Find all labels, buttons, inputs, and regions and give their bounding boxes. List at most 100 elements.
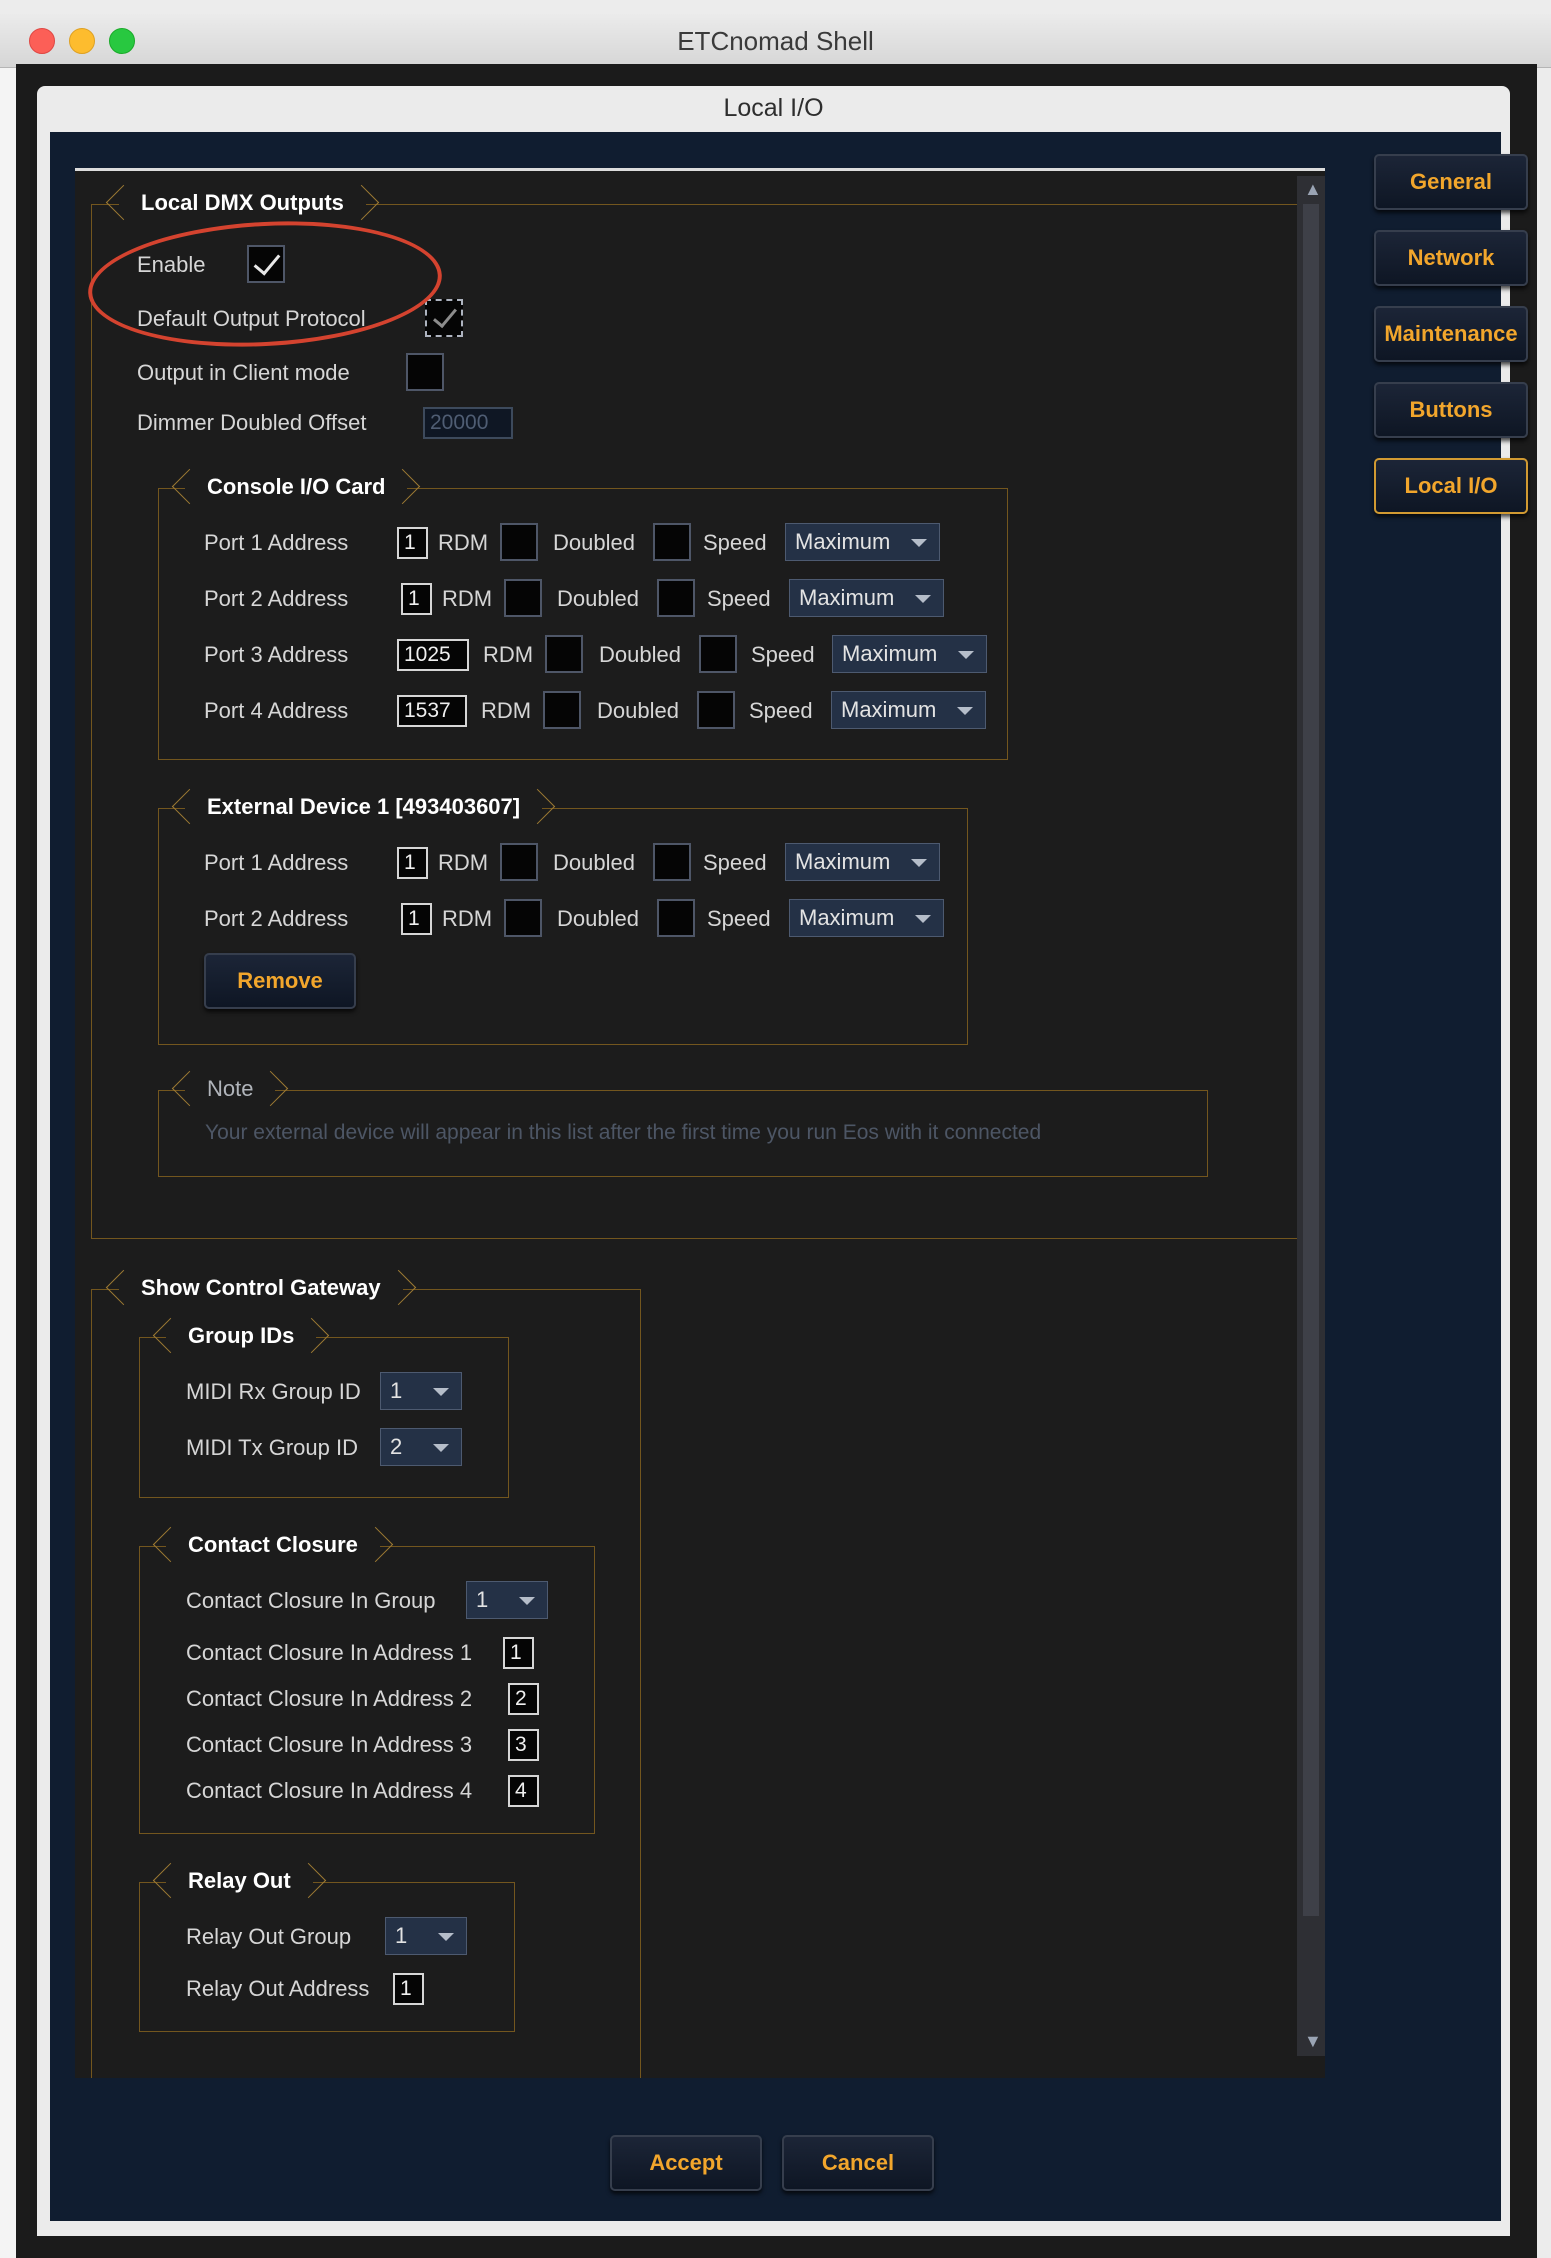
console-port-3-doubled-label: Doubled (599, 642, 681, 667)
midi-tx-group-id-value: 2 (390, 1434, 403, 1459)
console-port-1-rdm-label: RDM (438, 530, 489, 555)
sidebar-item-network[interactable]: Network (1374, 230, 1528, 286)
midi-tx-group-id-select[interactable]: 2 (380, 1428, 462, 1466)
chevron-down-icon (438, 1933, 454, 1941)
sidebar-item-buttons[interactable]: Buttons (1374, 382, 1528, 438)
console-port-2-label: Port 2 Address (204, 586, 349, 611)
contact-closure-address-1-label: Contact Closure In Address 1 (186, 1640, 473, 1665)
console-port-1-doubled-checkbox[interactable] (653, 523, 691, 561)
contact-closure-address-4-label: Contact Closure In Address 4 (186, 1778, 473, 1803)
console-port-3-rdm-label: RDM (483, 642, 534, 667)
console-port-3-doubled-checkbox[interactable] (699, 635, 737, 673)
console-port-3-rdm-checkbox[interactable] (545, 635, 583, 673)
chevron-down-icon (911, 859, 927, 867)
relay-out-title: Relay Out (166, 1865, 313, 1899)
ext-port-2-label: Port 2 Address (204, 906, 349, 931)
relay-out-group (139, 1882, 515, 2032)
midi-rx-group-id-label: MIDI Rx Group ID (186, 1379, 361, 1404)
scroll-up-arrow-icon[interactable]: ▲ (1304, 179, 1322, 199)
contact-closure-title: Contact Closure (166, 1529, 380, 1563)
client-mode-checkbox[interactable] (406, 353, 444, 391)
ext-port-1-speed-select[interactable]: Maximum (785, 843, 940, 881)
midi-rx-group-id-value: 1 (390, 1378, 403, 1403)
chevron-down-icon (433, 1388, 449, 1396)
vertical-scroll-thumb[interactable] (1303, 204, 1319, 1916)
sidebar-item-local-io[interactable]: Local I/O (1374, 458, 1528, 514)
console-port-2-address-input[interactable]: 1 (401, 583, 432, 615)
ext-port-2-rdm-checkbox[interactable] (504, 899, 542, 937)
console-port-1-rdm-checkbox[interactable] (500, 523, 538, 561)
ext-port-2-doubled-checkbox[interactable] (657, 899, 695, 937)
console-port-2-rdm-checkbox[interactable] (504, 579, 542, 617)
contact-closure-address-1-input[interactable]: 1 (503, 1637, 534, 1669)
vertical-scrollbar[interactable]: ▲ ▼ (1297, 176, 1325, 2056)
console-port-1-address-input[interactable]: 1 (397, 527, 428, 559)
settings-scroll-panel[interactable]: Local DMX Outputs Enable Default Output … (75, 168, 1325, 2078)
console-port-1-speed-select[interactable]: Maximum (785, 523, 940, 561)
scroll-down-arrow-icon[interactable]: ▼ (1304, 2031, 1322, 2051)
local-dmx-outputs-title: Local DMX Outputs (119, 187, 366, 221)
console-port-4-rdm-checkbox[interactable] (543, 691, 581, 729)
sidebar-item-maintenance[interactable]: Maintenance (1374, 306, 1528, 362)
dialog-body: Local DMX Outputs Enable Default Output … (50, 132, 1528, 2221)
relay-out-address-input[interactable]: 1 (393, 1973, 424, 2005)
contact-closure-address-3-label: Contact Closure In Address 3 (186, 1732, 473, 1757)
accept-button[interactable]: Accept (610, 2135, 762, 2191)
chevron-down-icon (958, 651, 974, 659)
console-port-4-rdm-label: RDM (481, 698, 532, 723)
contact-closure-in-group-select[interactable]: 1 (466, 1581, 548, 1619)
show-control-gateway-title: Show Control Gateway (119, 1272, 403, 1306)
ext-port-2-address-input[interactable]: 1 (401, 903, 432, 935)
remove-device-button[interactable]: Remove (204, 953, 356, 1009)
ext-port-2-speed-select[interactable]: Maximum (789, 899, 944, 937)
window-title: ETCnomad Shell (677, 26, 874, 56)
console-port-2-doubled-checkbox[interactable] (657, 579, 695, 617)
ext-port-2-speed-label: Speed (707, 906, 771, 931)
ext-port-2-rdm-label: RDM (442, 906, 493, 931)
console-port-4-doubled-checkbox[interactable] (697, 691, 735, 729)
contact-closure-address-2-input[interactable]: 2 (508, 1683, 539, 1715)
chevron-down-icon (519, 1597, 535, 1605)
ext-port-1-speed-label: Speed (703, 850, 767, 875)
dimmer-doubled-offset-input[interactable]: 20000 (423, 407, 513, 439)
chevron-down-icon (915, 595, 931, 603)
chevron-down-icon (915, 915, 931, 923)
ext-port-2-speed-value: Maximum (799, 905, 895, 930)
sidebar-item-general[interactable]: General (1374, 154, 1528, 210)
group-ids-title: Group IDs (166, 1320, 317, 1354)
console-port-4-label: Port 4 Address (204, 698, 349, 723)
console-port-1-label: Port 1 Address (204, 530, 349, 555)
dialog-title: Local I/O (723, 94, 824, 122)
contact-closure-address-4-input[interactable]: 4 (508, 1775, 539, 1807)
relay-out-group-label: Relay Out Group (186, 1924, 352, 1949)
console-port-2-speed-label: Speed (707, 586, 771, 611)
relay-out-group-select[interactable]: 1 (385, 1917, 467, 1955)
midi-rx-group-id-select[interactable]: 1 (380, 1372, 462, 1410)
console-port-3-speed-select[interactable]: Maximum (832, 635, 987, 673)
chevron-down-icon (911, 539, 927, 547)
console-port-4-address-input[interactable]: 1537 (397, 695, 467, 727)
background-window-edge (0, 68, 16, 2258)
console-port-2-speed-value: Maximum (799, 585, 895, 610)
window-titlebar: ETCnomad Shell (0, 14, 1551, 68)
ext-port-1-rdm-label: RDM (438, 850, 489, 875)
ext-port-1-doubled-checkbox[interactable] (653, 843, 691, 881)
console-port-1-speed-label: Speed (703, 530, 767, 555)
console-port-4-speed-label: Speed (749, 698, 813, 723)
console-port-4-doubled-label: Doubled (597, 698, 679, 723)
ext-port-1-rdm-checkbox[interactable] (500, 843, 538, 881)
ext-port-1-label: Port 1 Address (204, 850, 349, 875)
contact-closure-address-3-input[interactable]: 3 (508, 1729, 539, 1761)
external-device-title: External Device 1 [493403607] (185, 791, 543, 825)
ext-port-1-address-input[interactable]: 1 (397, 847, 428, 879)
console-port-2-doubled-label: Doubled (557, 586, 639, 611)
contact-closure-in-group-label: Contact Closure In Group (186, 1588, 436, 1613)
cancel-button[interactable]: Cancel (782, 2135, 934, 2191)
ext-port-2-doubled-label: Doubled (557, 906, 639, 931)
console-port-2-speed-select[interactable]: Maximum (789, 579, 944, 617)
group-ids-group (139, 1337, 509, 1498)
note-text: Your external device will appear in this… (205, 1121, 1042, 1144)
default-output-protocol-checkbox[interactable] (425, 299, 463, 337)
console-port-3-address-input[interactable]: 1025 (397, 639, 469, 671)
console-port-4-speed-select[interactable]: Maximum (831, 691, 986, 729)
